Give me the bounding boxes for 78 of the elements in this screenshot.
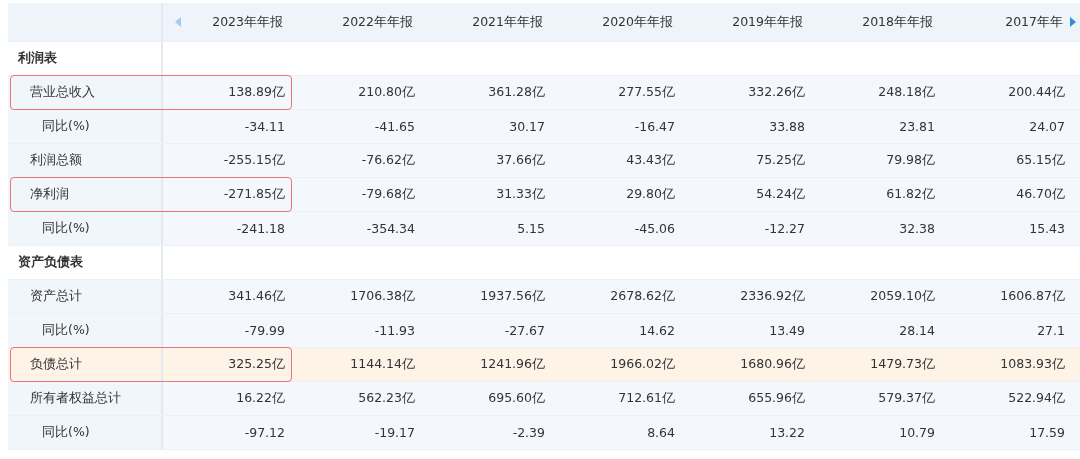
table-cell-text: -79.99	[243, 322, 286, 340]
table-cell-text: 200.44亿	[1007, 83, 1066, 101]
table-cell-text: 28.14	[898, 322, 936, 340]
table-cell-text: -12.27	[763, 220, 806, 238]
table-cell-text: -97.12	[243, 424, 286, 442]
table-cell-text: -16.47	[633, 118, 676, 136]
table-cell-text: 277.55亿	[617, 83, 676, 101]
table-cell-text: 1083.93亿	[999, 355, 1066, 373]
table-cell-text: -79.68亿	[360, 185, 416, 203]
table-cell-text: 1241.96亿	[479, 355, 546, 373]
column-header: 2021年年报	[472, 13, 543, 31]
table-cell-text: 522.94亿	[1007, 389, 1066, 407]
table-cell-text: 138.89亿	[227, 83, 286, 101]
table-cell-text: 17.59	[1028, 424, 1066, 442]
table-cell-text: 29.80亿	[625, 185, 676, 203]
table-cell-text: 27.1	[1036, 322, 1066, 340]
table-cell-text: -241.18	[235, 220, 286, 238]
table-cell-text: 695.60亿	[487, 389, 546, 407]
table-cell-text: 2336.92亿	[739, 287, 806, 305]
column-header: 2018年年报	[862, 13, 933, 31]
table-cell-text: 23.81	[898, 118, 936, 136]
table-cell-text: -271.85亿	[222, 185, 286, 203]
table-cell-text: 1706.38亿	[349, 287, 416, 305]
column-header: 2022年年报	[342, 13, 413, 31]
table-cell-text: 43.43亿	[625, 151, 676, 169]
table-cell-text: 210.80亿	[357, 83, 416, 101]
table-cell-text: 37.66亿	[495, 151, 546, 169]
table-cell-text: -27.67	[503, 322, 546, 340]
table-cell-text: 332.26亿	[747, 83, 806, 101]
table-cell-text: 1144.14亿	[349, 355, 416, 373]
table-cell-text: 32.38	[898, 220, 936, 238]
table-cell-text: -76.62亿	[360, 151, 416, 169]
table-cell-text: 79.98亿	[885, 151, 936, 169]
table-cell-text: -11.93	[373, 322, 416, 340]
table-cell-text: 65.15亿	[1015, 151, 1066, 169]
table-cell-text: 8.64	[646, 424, 676, 442]
table-cell-text: 33.88	[768, 118, 806, 136]
column-header: 2017年年	[1005, 13, 1063, 31]
table-cell-text: 248.18亿	[877, 83, 936, 101]
table-cell-text: -34.11	[243, 118, 286, 136]
table-cell-text: -41.65	[373, 118, 416, 136]
table-cell-text: 325.25亿	[227, 355, 286, 373]
table-cell-text: 61.82亿	[885, 185, 936, 203]
table-cell-text: 24.07	[1028, 118, 1066, 136]
table-cell-text: 75.25亿	[755, 151, 806, 169]
table-cell-text: 30.17	[508, 118, 546, 136]
table-cell-text: -354.34	[365, 220, 416, 238]
scroll-right-icon[interactable]	[1070, 17, 1076, 27]
table-cell-text: 46.70亿	[1015, 185, 1066, 203]
table-cell-text: 13.49	[768, 322, 806, 340]
table-cell-text: -45.06	[633, 220, 676, 238]
table-cell-text: 54.24亿	[755, 185, 806, 203]
table-cell-text: 655.96亿	[747, 389, 806, 407]
table-cell-text: -255.15亿	[222, 151, 286, 169]
table-cell-text: 712.61亿	[617, 389, 676, 407]
table-cell-text: -19.17	[373, 424, 416, 442]
table-cell-text: 341.46亿	[227, 287, 286, 305]
table-cell-text: 16.22亿	[235, 389, 286, 407]
table-cell-text: 562.23亿	[357, 389, 416, 407]
column-header: 2020年年报	[602, 13, 673, 31]
table-cell-text: 5.15	[516, 220, 546, 238]
table-cell-text: 31.33亿	[495, 185, 546, 203]
table-cell-text: 579.37亿	[877, 389, 936, 407]
table-cell-text: 1966.02亿	[609, 355, 676, 373]
column-header: 2019年年报	[732, 13, 803, 31]
table-cell-text: 2678.62亿	[609, 287, 676, 305]
table-cell-text: 1606.87亿	[999, 287, 1066, 305]
table-cell-text: 1937.56亿	[479, 287, 546, 305]
table-cell-text: 1479.73亿	[869, 355, 936, 373]
table-cell-text: -2.39	[511, 424, 546, 442]
table-cell-text: 14.62	[638, 322, 676, 340]
table-cell-text: 13.22	[768, 424, 806, 442]
column-header: 2023年年报	[212, 13, 283, 31]
table-cell-text: 361.28亿	[487, 83, 546, 101]
table-cell-text: 2059.10亿	[869, 287, 936, 305]
table-cell-text: 10.79	[898, 424, 936, 442]
table-cell-text: 1680.96亿	[739, 355, 806, 373]
table-cell-text: 15.43	[1028, 220, 1066, 238]
